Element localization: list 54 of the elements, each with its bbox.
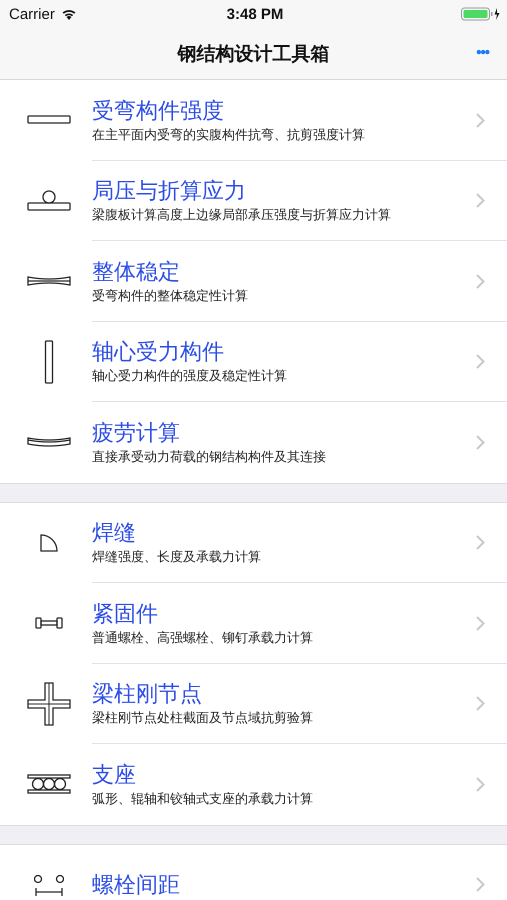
item-subtitle: 受弯构件的整体稳定性计算 bbox=[92, 288, 248, 304]
item-title: 疲劳计算 bbox=[92, 420, 180, 446]
chevron-icon bbox=[476, 193, 485, 208]
wifi-icon bbox=[60, 8, 77, 20]
chevron-icon bbox=[476, 535, 485, 550]
item-subtitle: 直接承受动力荷载的钢结构构件及其连接 bbox=[92, 448, 326, 465]
item-title: 螺栓间距 bbox=[92, 872, 180, 898]
item-title: 紧固件 bbox=[92, 600, 158, 627]
chevron-icon bbox=[476, 696, 485, 712]
bolt-icon bbox=[34, 617, 62, 630]
list-row[interactable]: 疲劳计算 直接承受动力荷载的钢结构构件及其连接 bbox=[0, 402, 507, 482]
cross-icon bbox=[26, 682, 70, 726]
item-title: 轴心受力构件 bbox=[92, 339, 224, 366]
list-row[interactable]: 紧固件 普通螺栓、高强螺栓、铆钉承载力计算 bbox=[0, 583, 507, 664]
nav-title: 钢结构设计工具箱 bbox=[178, 42, 330, 66]
list-row[interactable]: 整体稳定 受弯构件的整体稳定性计算 bbox=[0, 241, 507, 322]
list-row[interactable]: 焊缝 焊缝强度、长度及承载力计算 bbox=[0, 502, 507, 583]
item-title: 支座 bbox=[92, 762, 136, 788]
item-title: 焊缝 bbox=[92, 520, 136, 546]
item-subtitle: 弧形、辊轴和铰轴式支座的承载力计算 bbox=[92, 790, 313, 807]
item-subtitle: 梁柱刚节点处柱截面及节点域抗剪验算 bbox=[92, 710, 313, 726]
item-title: 梁柱刚节点 bbox=[92, 681, 202, 708]
item-subtitle: 普通螺栓、高强螺栓、铆钉承载力计算 bbox=[92, 630, 313, 646]
more-button[interactable]: ••• bbox=[476, 42, 489, 63]
list-row[interactable]: 螺栓间距 bbox=[0, 844, 507, 900]
item-subtitle: 轴心受力构件的强度及稳定性计算 bbox=[92, 368, 287, 384]
list-row[interactable]: 局压与折算应力 梁腹板计算高度上边缘局部承压强度与折算应力计算 bbox=[0, 160, 507, 241]
item-title: 整体稳定 bbox=[92, 258, 180, 285]
item-subtitle: 在主平面内受弯的实腹构件抗弯、抗剪强度计算 bbox=[92, 126, 365, 143]
spacing-icon bbox=[34, 874, 64, 896]
chevron-icon bbox=[476, 112, 485, 128]
status-time: 3:48 PM bbox=[226, 6, 284, 22]
battery-icon bbox=[461, 7, 502, 21]
chevron-icon bbox=[476, 616, 485, 631]
list-row[interactable]: 梁柱刚节点 梁柱刚节点处柱截面及节点域抗剪验算 bbox=[0, 664, 507, 744]
chevron-icon bbox=[476, 354, 485, 370]
shape-icon bbox=[26, 190, 70, 212]
shape-icon bbox=[26, 275, 70, 288]
shape-icon bbox=[26, 114, 70, 126]
list-row[interactable]: 轴心受力构件 轴心受力构件的强度及稳定性计算 bbox=[0, 322, 507, 402]
chevron-icon bbox=[476, 776, 485, 792]
shape-icon bbox=[26, 435, 70, 450]
chevron-icon bbox=[476, 434, 485, 450]
item-subtitle: 焊缝强度、长度及承载力计算 bbox=[92, 549, 261, 566]
chevron-icon bbox=[476, 274, 485, 289]
item-subtitle: 梁腹板计算高度上边缘局部承压强度与折算应力计算 bbox=[92, 207, 391, 224]
chevron-icon bbox=[476, 877, 485, 892]
list-row[interactable]: 支座 弧形、辊轴和铰轴式支座的承载力计算 bbox=[0, 744, 507, 824]
item-title: 受弯构件强度 bbox=[92, 98, 224, 124]
list-row[interactable]: 受弯构件强度 在主平面内受弯的实腹构件抗弯、抗剪强度计算 bbox=[0, 80, 507, 160]
item-title: 局压与折算应力 bbox=[92, 178, 246, 204]
carrier-name: Carrier bbox=[9, 6, 55, 22]
roller-bearing-icon bbox=[26, 774, 70, 794]
shape-icon bbox=[44, 340, 54, 384]
